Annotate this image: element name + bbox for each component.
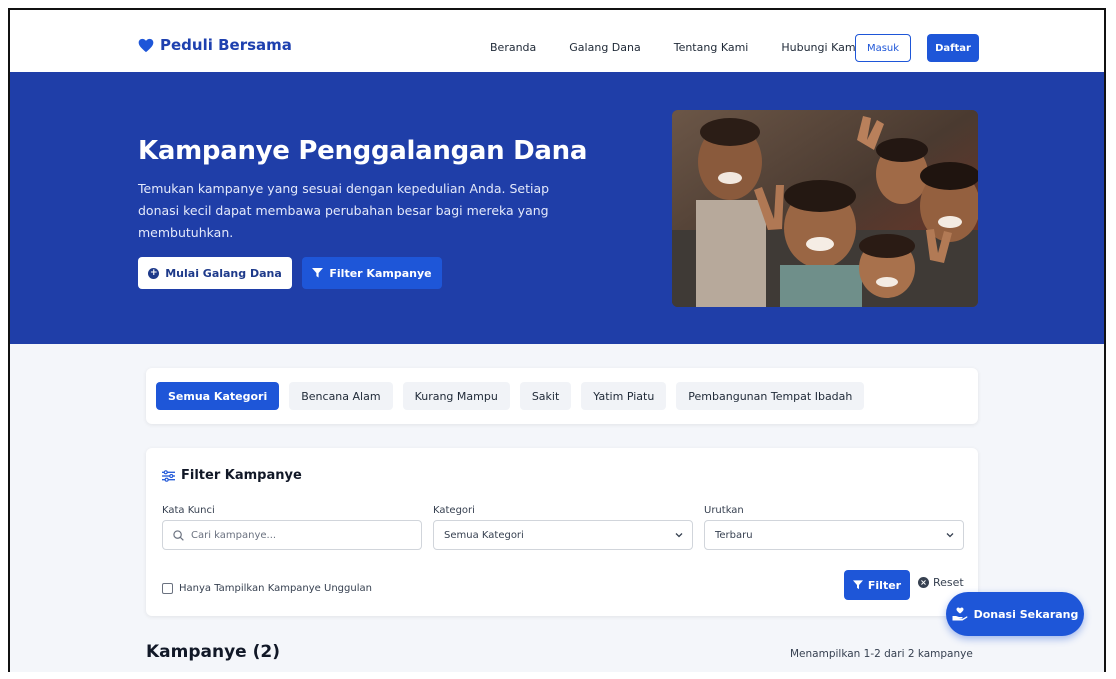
- browser-viewport: Peduli Bersama Beranda Galang Dana Tenta…: [8, 8, 1106, 672]
- donate-now-button[interactable]: Donasi Sekarang: [946, 592, 1084, 636]
- search-icon: [173, 529, 184, 541]
- filter-card-title: Filter Kampanye: [162, 468, 302, 483]
- keyword-placeholder: Cari kampanye...: [191, 529, 277, 541]
- category-tab-pembangunan[interactable]: Pembangunan Tempat Ibadah: [676, 382, 865, 410]
- funnel-icon: [312, 268, 324, 278]
- category-bar: Semua Kategori Bencana Alam Kurang Mampu…: [146, 368, 978, 424]
- filter-card: Filter Kampanye Kata Kunci Cari kampanye…: [146, 448, 978, 616]
- category-tab-yatim-piatu[interactable]: Yatim Piatu: [581, 382, 667, 410]
- hero-filter-button[interactable]: Filter Kampanye: [302, 257, 442, 289]
- sort-label: Urutkan: [704, 505, 744, 516]
- nav-link-beranda[interactable]: Beranda: [490, 41, 536, 54]
- category-tab-sakit[interactable]: Sakit: [519, 382, 572, 410]
- category-tabs: Semua Kategori Bencana Alam Kurang Mampu…: [156, 382, 865, 410]
- keyword-label: Kata Kunci: [162, 505, 215, 516]
- start-fundraising-button[interactable]: + Mulai Galang Dana: [138, 257, 292, 289]
- funnel-icon: [852, 580, 863, 590]
- nav-link-tentang-kami[interactable]: Tentang Kami: [674, 41, 749, 54]
- start-fundraising-label: Mulai Galang Dana: [165, 266, 282, 280]
- reset-label: Reset: [933, 576, 964, 589]
- hero-filter-label: Filter Kampanye: [329, 266, 432, 280]
- plus-circle-icon: +: [148, 267, 160, 279]
- nav-link-galang-dana[interactable]: Galang Dana: [569, 41, 640, 54]
- keyword-input[interactable]: Cari kampanye...: [162, 520, 422, 550]
- reset-button[interactable]: × Reset: [918, 576, 964, 589]
- filter-submit-label: Filter: [867, 578, 902, 592]
- category-tab-bencana-alam[interactable]: Bencana Alam: [289, 382, 393, 410]
- navbar: Peduli Bersama Beranda Galang Dana Tenta…: [10, 10, 1104, 72]
- category-select[interactable]: Semua Kategori: [433, 520, 693, 550]
- chevron-down-icon: [675, 533, 683, 538]
- login-button[interactable]: Masuk: [855, 34, 911, 62]
- hero-section: Kampanye Penggalangan Dana Temukan kampa…: [10, 72, 1104, 344]
- category-select-value: Semua Kategori: [444, 529, 524, 541]
- close-circle-icon: ×: [918, 577, 929, 588]
- filter-title-text: Filter Kampanye: [181, 468, 302, 483]
- sort-select[interactable]: Terbaru: [704, 520, 964, 550]
- nav-links: Beranda Galang Dana Tentang Kami Hubungi…: [490, 41, 892, 54]
- brand-logo[interactable]: Peduli Bersama: [138, 36, 292, 54]
- register-button[interactable]: Daftar: [927, 34, 979, 62]
- donate-now-label: Donasi Sekarang: [973, 607, 1079, 621]
- results-title: Kampanye (2): [146, 642, 280, 662]
- hero-image-children: [672, 110, 978, 307]
- hero-title: Kampanye Penggalangan Dana: [138, 136, 588, 166]
- heart-icon: [138, 38, 154, 52]
- featured-only-label: Hanya Tampilkan Kampanye Unggulan: [179, 583, 372, 594]
- sort-select-value: Terbaru: [715, 529, 753, 541]
- category-tab-semua[interactable]: Semua Kategori: [156, 382, 280, 410]
- category-tab-kurang-mampu[interactable]: Kurang Mampu: [402, 382, 510, 410]
- sliders-icon: [162, 469, 175, 482]
- brand-name: Peduli Bersama: [160, 36, 292, 54]
- results-count: Menampilkan 1-2 dari 2 kampanye: [790, 648, 973, 660]
- hero-photo-illustration: [672, 110, 978, 307]
- hero-description: Temukan kampanye yang sesuai dengan kepe…: [138, 181, 550, 240]
- filter-submit-button[interactable]: Filter: [844, 570, 910, 600]
- hand-heart-icon: [952, 607, 968, 621]
- category-label: Kategori: [433, 505, 475, 516]
- featured-only-row[interactable]: Hanya Tampilkan Kampanye Unggulan: [162, 583, 372, 594]
- chevron-down-icon: [946, 533, 954, 538]
- nav-link-hubungi-kami[interactable]: Hubungi Kami: [781, 41, 858, 54]
- featured-only-checkbox[interactable]: [162, 583, 173, 594]
